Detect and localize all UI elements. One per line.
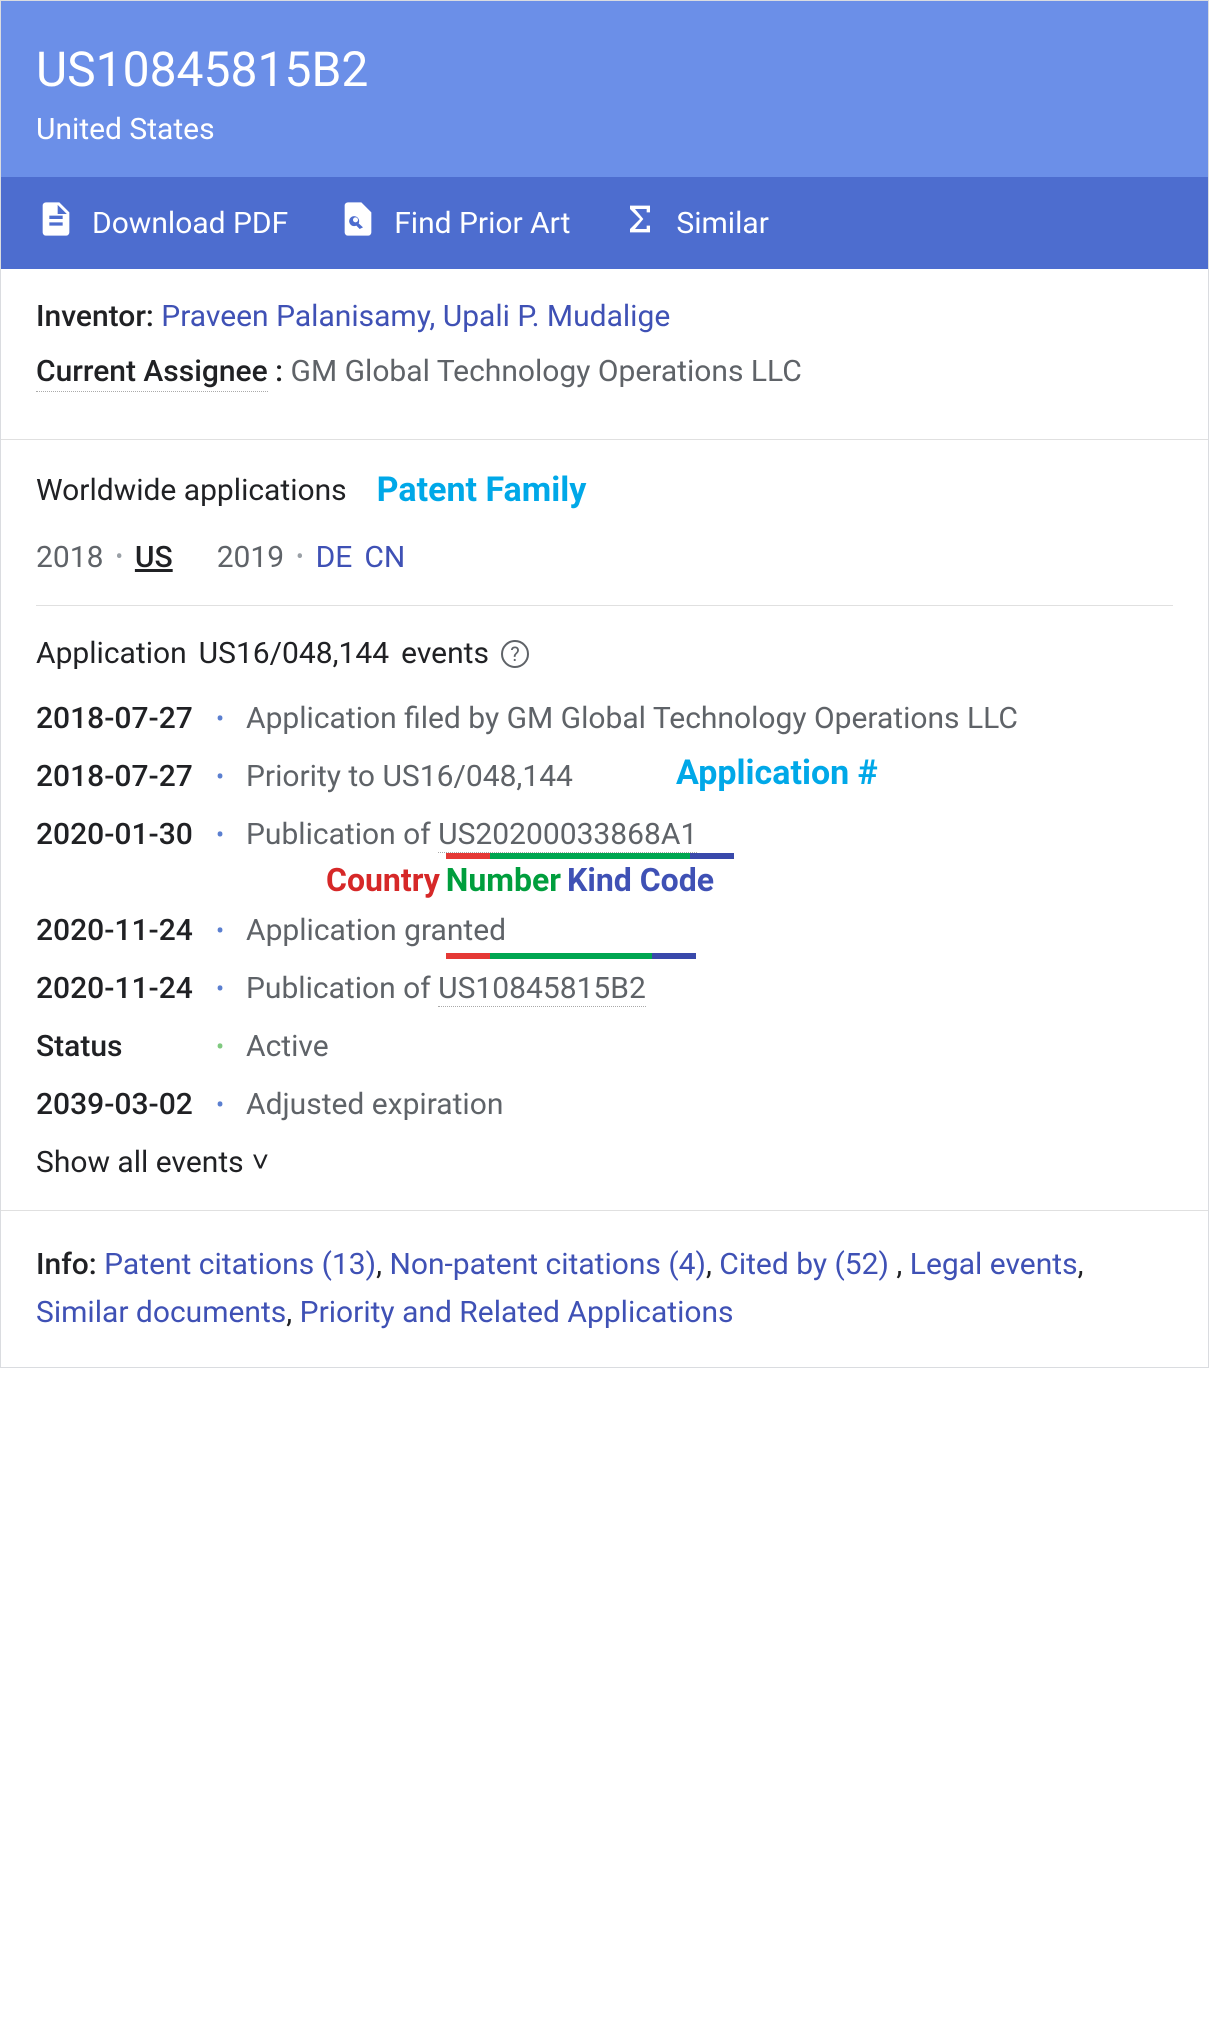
event-row: Status • Active [36, 1029, 1173, 1065]
application-number: US16/048,144 [199, 636, 389, 671]
country-code-active[interactable]: US [135, 540, 173, 575]
annotation-number: Number [446, 861, 561, 899]
search-doc-icon [338, 199, 378, 247]
download-pdf-label: Download PDF [92, 206, 288, 241]
assignee-value: GM Global Technology Operations LLC [291, 354, 802, 389]
bullet-icon: • [216, 759, 246, 795]
publication-link[interactable]: US20200033868A1 [438, 817, 697, 853]
event-date: 2018-07-27 [36, 701, 216, 736]
event-status-label: Status [36, 1029, 216, 1064]
info-section: Info: Patent citations (13), Non-patent … [1, 1211, 1208, 1367]
info-link[interactable]: Patent citations (13) [104, 1247, 376, 1282]
show-all-events-button[interactable]: Show all events ˅ [36, 1145, 1173, 1180]
worldwide-apps-line: 2018 • US 2019 • DE CN [36, 540, 1173, 575]
annotation-parts: Country Number Kind Code [326, 861, 714, 899]
event-date: 2039-03-02 [36, 1087, 216, 1122]
annotation-application-number: Application # [676, 753, 878, 793]
sigma-icon [620, 199, 660, 247]
country-code-link[interactable]: DE [316, 540, 353, 575]
country-code-link[interactable]: CN [364, 540, 405, 575]
annotation-patent-family: Patent Family [377, 470, 587, 510]
similar-label: Similar [676, 206, 769, 241]
event-desc: Application granted [246, 913, 1173, 948]
underline-annotation [446, 953, 696, 959]
info-link[interactable]: Priority and Related Applications [300, 1295, 734, 1330]
document-icon [36, 199, 76, 247]
event-date: 2020-01-30 [36, 817, 216, 852]
assignee-label[interactable]: Current Assignee [36, 354, 268, 392]
similar-button[interactable]: Similar [620, 199, 769, 247]
publication-link[interactable]: US10845815B2 [438, 971, 646, 1007]
info-link[interactable]: Similar documents [36, 1295, 286, 1330]
event-desc: Publication of US20200033868A1 Country N… [246, 817, 1173, 852]
find-prior-art-label: Find Prior Art [394, 206, 570, 241]
chevron-down-icon: ˅ [252, 1145, 270, 1180]
toolbar: Download PDF Find Prior Art Similar [1, 177, 1208, 269]
assignee-row: Current Assignee : GM Global Technology … [36, 354, 1173, 389]
app-year: 2019 [217, 540, 284, 575]
inventor-row: Inventor: Praveen Palanisamy, Upali P. M… [36, 299, 1173, 334]
patent-number-title: US10845815B2 [36, 41, 1173, 98]
annotation-kind-code: Kind Code [567, 861, 714, 899]
bullet-icon: • [216, 1029, 246, 1065]
divider [36, 605, 1173, 606]
inventor-link[interactable]: Upali P. Mudalige [443, 299, 671, 334]
patent-card: US10845815B2 United States Download PDF … [0, 0, 1209, 1368]
country-subtitle: United States [36, 112, 1173, 147]
worldwide-title: Worldwide applications [36, 473, 347, 508]
event-desc: Adjusted expiration [246, 1087, 1173, 1122]
help-icon[interactable]: ? [501, 640, 529, 668]
bullet-icon: • [216, 1087, 246, 1123]
inventor-label: Inventor: [36, 299, 154, 334]
events-title: Application US16/048,144 events ? [36, 636, 1173, 671]
download-pdf-button[interactable]: Download PDF [36, 199, 288, 247]
bullet-icon: • [216, 971, 246, 1007]
bullet-icon: • [216, 913, 246, 949]
info-link[interactable]: Legal events [910, 1247, 1078, 1282]
bullet-dot: • [296, 545, 303, 570]
event-date: 2020-11-24 [36, 913, 216, 948]
find-prior-art-button[interactable]: Find Prior Art [338, 199, 570, 247]
event-date: 2020-11-24 [36, 971, 216, 1006]
event-row: 2020-11-24 • Application granted [36, 913, 1173, 949]
event-row: 2018-07-27 • Application filed by GM Glo… [36, 701, 1173, 737]
bullet-icon: • [216, 701, 246, 737]
worldwide-row: Worldwide applications Patent Family [36, 470, 1173, 510]
event-row: 2020-11-24 • Publication of US10845815B2 [36, 971, 1173, 1007]
app-year: 2018 [36, 540, 103, 575]
event-row: 2039-03-02 • Adjusted expiration [36, 1087, 1173, 1123]
meta-section: Inventor: Praveen Palanisamy, Upali P. M… [1, 269, 1208, 440]
annotation-country: Country [326, 861, 440, 899]
inventor-link[interactable]: Praveen Palanisamy [161, 299, 429, 334]
event-row: 2020-01-30 • Publication of US2020003386… [36, 817, 1173, 853]
event-date: 2018-07-27 [36, 759, 216, 794]
bullet-icon: • [216, 817, 246, 853]
bullet-dot: • [115, 545, 122, 570]
event-desc: Application filed by GM Global Technolog… [246, 701, 1173, 736]
event-desc: Publication of US10845815B2 [246, 971, 1173, 1006]
event-status-value: Active [246, 1029, 1173, 1064]
info-label: Info: [36, 1247, 97, 1282]
underline-annotation [446, 853, 734, 859]
event-row: 2018-07-27 • Priority to US16/048,144 Ap… [36, 759, 1173, 795]
info-link[interactable]: Cited by (52) [719, 1247, 889, 1282]
info-link[interactable]: Non-patent citations (4) [389, 1247, 706, 1282]
header: US10845815B2 United States [1, 1, 1208, 177]
applications-section: Worldwide applications Patent Family 201… [1, 440, 1208, 1211]
